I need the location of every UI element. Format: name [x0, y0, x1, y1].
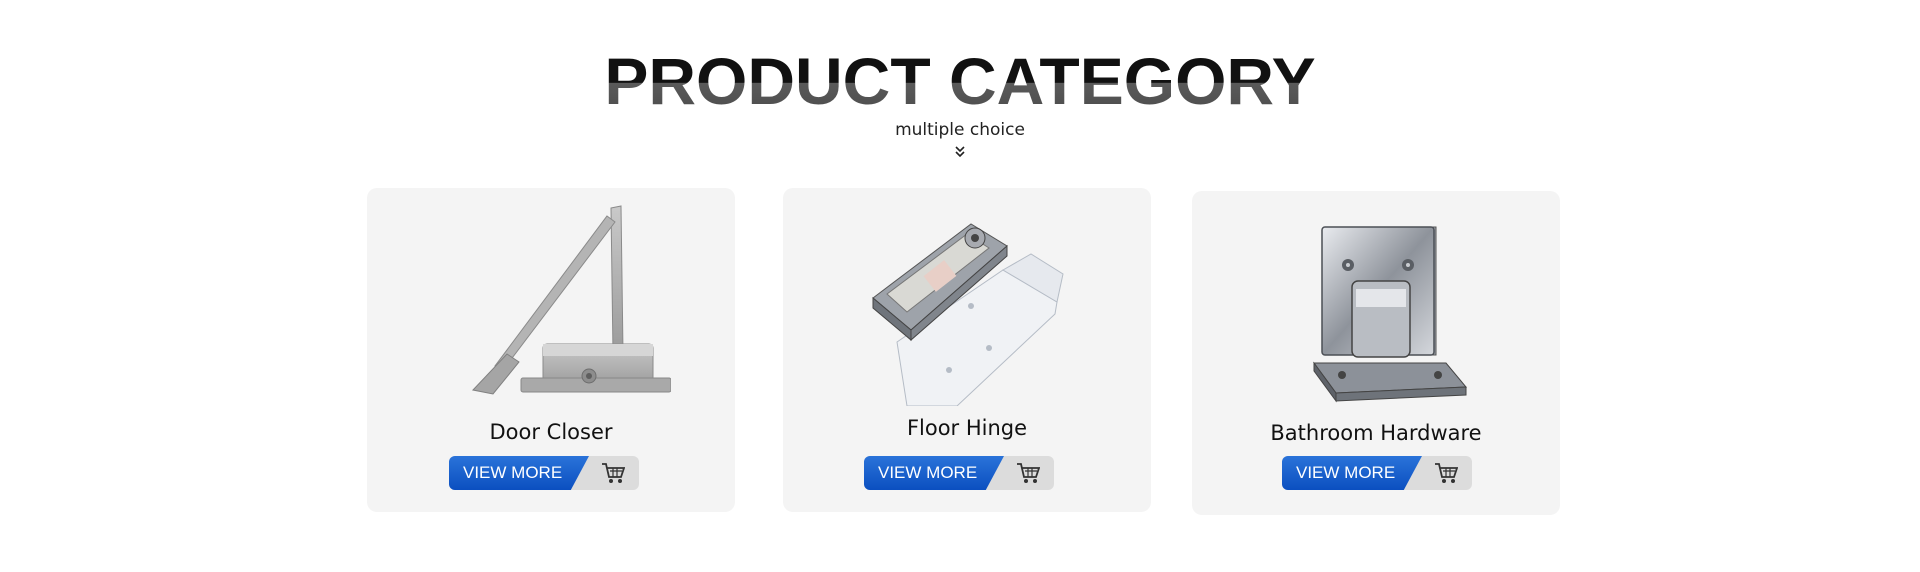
- bathroom-hardware-image: [1313, 226, 1468, 403]
- category-card-floor-hinge[interactable]: Floor Hinge VIEW MORE: [783, 188, 1151, 512]
- door-closer-image: [472, 205, 671, 395]
- shopping-cart-icon: [1017, 463, 1040, 483]
- view-more-button[interactable]: VIEW MORE: [449, 456, 639, 490]
- category-name: Door Closer: [489, 420, 613, 444]
- category-card-door-closer[interactable]: Door Closer VIEW MORE: [367, 188, 735, 512]
- shopping-cart-icon: [1435, 463, 1458, 483]
- section-subtitle: multiple choice: [895, 120, 1025, 140]
- view-more-label: VIEW MORE: [878, 463, 978, 482]
- section-title: PRODUCT CATEGORY: [0, 44, 1920, 118]
- view-more-button[interactable]: VIEW MORE: [864, 456, 1054, 490]
- view-more-label: VIEW MORE: [463, 463, 563, 482]
- shopping-cart-icon: [602, 463, 625, 483]
- view-more-button[interactable]: VIEW MORE: [1282, 456, 1472, 490]
- floor-hinge-image: [872, 223, 1064, 406]
- category-name: Bathroom Hardware: [1270, 421, 1482, 445]
- category-card-bathroom-hardware[interactable]: Bathroom Hardware VIEW MORE: [1192, 191, 1560, 515]
- double-chevron-down-icon: [955, 146, 965, 158]
- view-more-label: VIEW MORE: [1296, 463, 1396, 482]
- category-name: Floor Hinge: [906, 416, 1028, 440]
